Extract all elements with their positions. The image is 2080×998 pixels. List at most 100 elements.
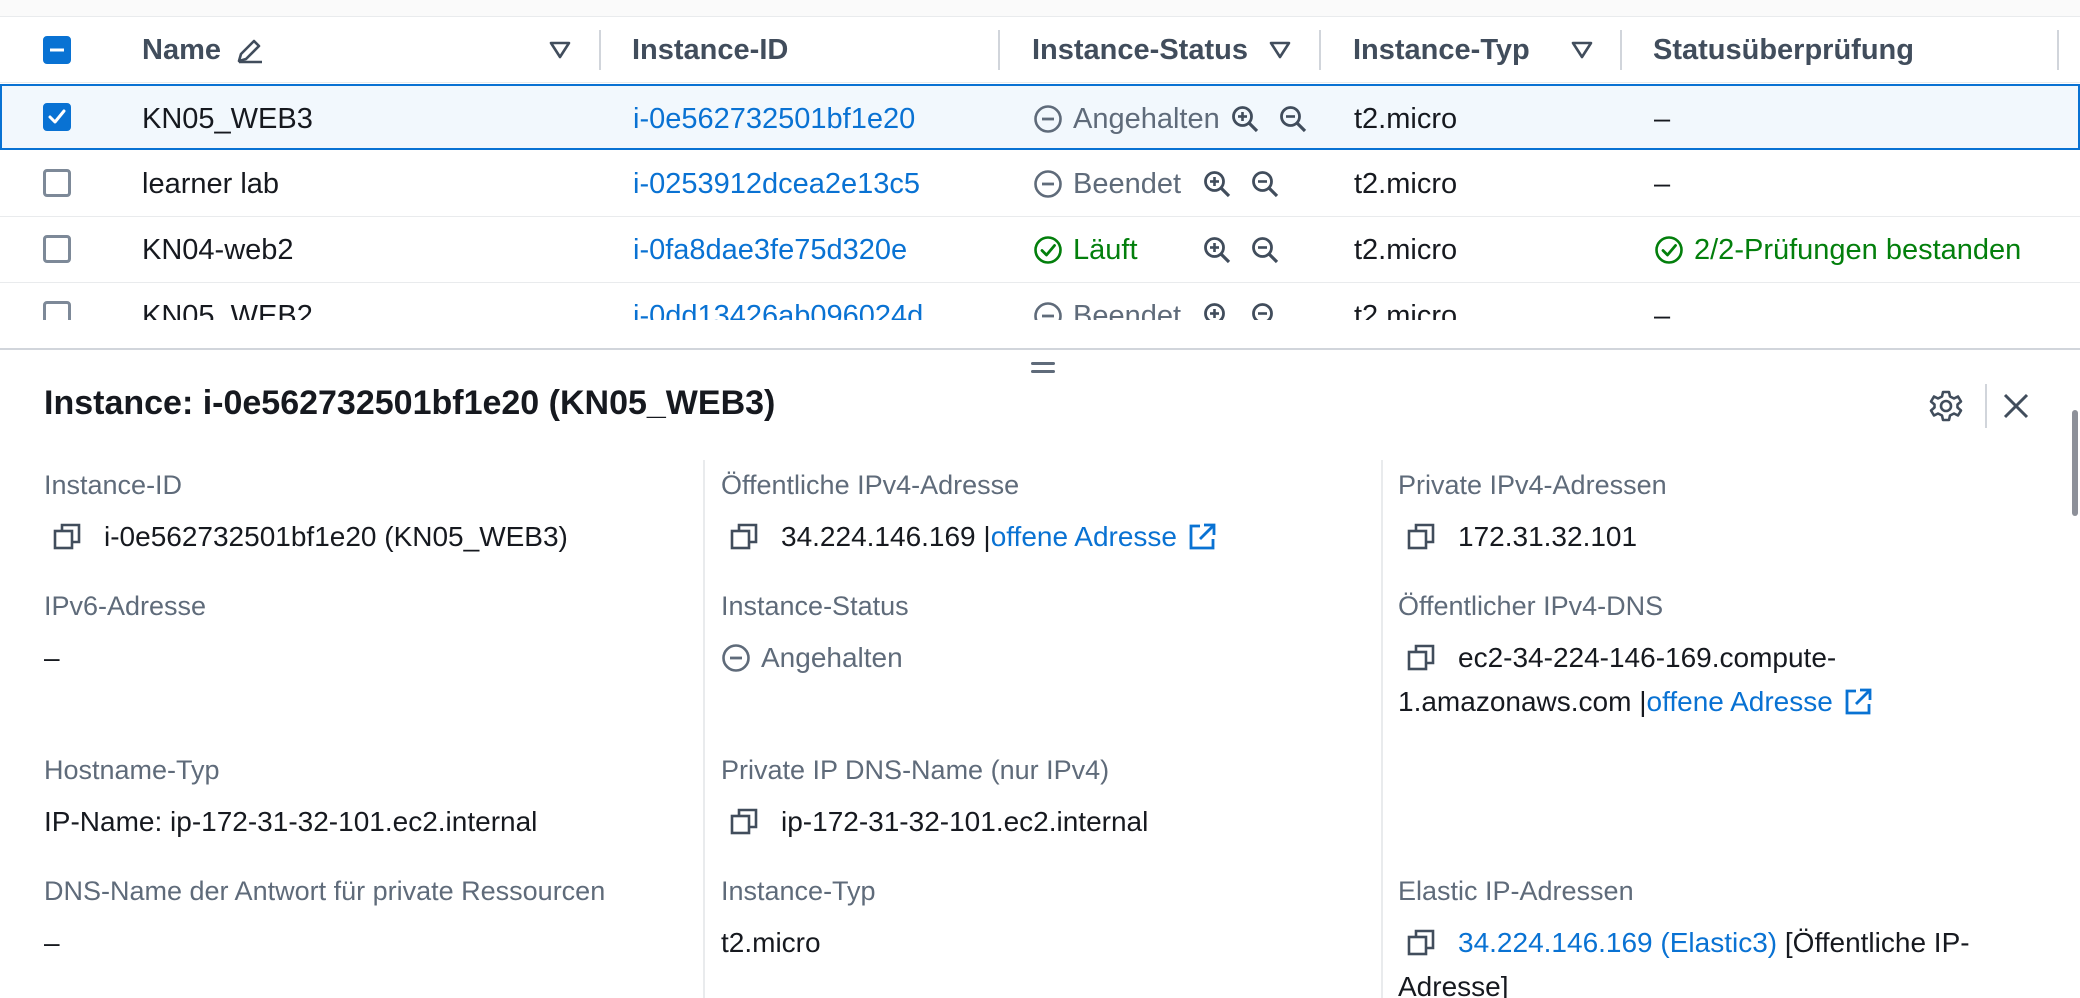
private-dns-value: ip-172-31-32-101.ec2.internal [781, 806, 1149, 837]
cell-instance-id-link[interactable]: i-0fa8dae3fe75d320e [633, 217, 907, 283]
field-label: Instance-ID [44, 470, 183, 500]
zoom-out-icon[interactable] [1250, 301, 1280, 320]
field-label: Private IPv4-Adressen [1398, 470, 1667, 500]
copy-icon[interactable] [52, 521, 84, 553]
external-link-icon[interactable] [1187, 522, 1217, 552]
field-value: i-0e562732501bf1e20 (KN05_WEB3) [44, 515, 568, 559]
field-value-continued: 1.amazonaws.com | offene Adresse [1398, 680, 1873, 724]
cell-instance-id-link[interactable]: i-0e562732501bf1e20 [633, 86, 915, 152]
zoom-out-icon[interactable] [1250, 235, 1280, 265]
gear-icon[interactable] [1928, 388, 1964, 424]
field-value: – [44, 636, 206, 680]
zoom-out-icon[interactable] [1278, 104, 1308, 134]
row-checkbox[interactable] [43, 169, 71, 197]
cell-name: learner lab [142, 167, 280, 200]
field-instance-type: Instance-Typ t2.micro [721, 876, 876, 965]
instances-table: Name Instance-ID Instance-Status Instanc… [0, 0, 2080, 320]
details-scrollbar[interactable] [2072, 410, 2078, 516]
column-header-instance-status[interactable]: Instance-Status [1032, 17, 1248, 83]
zoom-in-icon[interactable] [1230, 104, 1260, 134]
field-ipv6: IPv6-Adresse – [44, 591, 206, 680]
field-label: Hostname-Typ [44, 755, 220, 785]
field-instance-status: Instance-Status Angehalten [721, 591, 909, 680]
elastic-ip-suffix-line2: Adresse] [1398, 971, 1509, 998]
column-header-status-check[interactable]: Statusüberprüfung [1653, 17, 1914, 83]
column-header-instance-type[interactable]: Instance-Typ [1353, 17, 1530, 83]
zoom-in-icon[interactable] [1202, 235, 1232, 265]
row-checkbox[interactable] [43, 235, 71, 263]
column-resizer[interactable] [1319, 30, 1321, 70]
field-hostname-type: Hostname-Typ IP-Name: ip-172-31-32-101.e… [44, 755, 537, 844]
answer-dns-value: – [44, 927, 60, 958]
field-private-ipv4: Private IPv4-Adressen 172.31.32.101 [1398, 470, 1667, 559]
field-label: Instance-Status [721, 591, 909, 621]
field-label: IPv6-Adresse [44, 591, 207, 621]
cell-status-check: – [1654, 299, 1671, 321]
status-zoom-buttons [1202, 217, 1280, 283]
caret-down-icon[interactable] [1570, 39, 1594, 61]
column-resizer[interactable] [1620, 30, 1622, 70]
copy-icon[interactable] [1406, 927, 1438, 959]
cell-name: KN04-web2 [142, 233, 294, 266]
minus-circle-icon [1033, 169, 1063, 199]
field-value: Angehalten [721, 636, 909, 680]
copy-icon[interactable] [1406, 521, 1438, 553]
field-private-dns: Private IP DNS-Name (nur IPv4) ip-172-31… [721, 755, 1148, 844]
open-address-link[interactable]: offene Adresse [991, 515, 1177, 559]
select-all-checkbox[interactable] [43, 36, 71, 64]
cell-instance-id-link[interactable]: i-0253912dcea2e13c5 [633, 151, 920, 217]
cell-instance-status: Läuft [1033, 217, 1138, 283]
field-instance-id: Instance-ID i-0e562732501bf1e20 (KN05_WE… [44, 470, 568, 559]
caret-down-icon[interactable] [1268, 39, 1292, 61]
column-header-instance-id[interactable]: Instance-ID [632, 17, 788, 83]
cell-name: KN05_WEB2 [142, 299, 313, 321]
zoom-in-icon[interactable] [1202, 169, 1232, 199]
cell-name: KN05_WEB3 [142, 102, 313, 135]
field-label: Öffentlicher IPv4-DNS [1398, 591, 1664, 621]
external-link-icon[interactable] [1843, 687, 1873, 717]
cell-status-check: 2/2-Prüfungen bestanden [1654, 217, 2021, 283]
table-row[interactable]: KN05_WEB3 i-0e562732501bf1e20 Angehalten… [0, 84, 2080, 150]
elastic-ip-link[interactable]: 34.224.146.169 (Elastic3) [1458, 921, 1777, 965]
ipv6-value: – [44, 642, 60, 673]
split-panel-divider [0, 348, 2080, 350]
caret-down-icon[interactable] [548, 39, 572, 61]
field-value-continued: Adresse] [1398, 965, 1970, 998]
zoom-in-icon[interactable] [1202, 301, 1232, 320]
open-address-link[interactable]: offene Adresse [1647, 680, 1833, 724]
column-header-status-check-label: Statusüberprüfung [1653, 33, 1914, 66]
details-column-divider [703, 460, 705, 998]
table-row[interactable]: learner lab i-0253912dcea2e13c5 Beendet … [0, 151, 2080, 217]
column-header-name[interactable]: Name [142, 17, 265, 83]
elastic-ip-suffix: [Öffentliche IP- [1777, 927, 1970, 958]
details-column-divider [1381, 460, 1383, 998]
close-icon[interactable] [1998, 388, 2034, 424]
field-elastic-ip: Elastic IP-Adressen 34.224.146.169 (Elas… [1398, 876, 1970, 998]
column-resizer[interactable] [998, 30, 1000, 70]
row-checkbox[interactable] [43, 103, 71, 131]
hostname-type-value: IP-Name: ip-172-31-32-101.ec2.internal [44, 806, 538, 837]
pencil-icon [235, 35, 265, 65]
status-text: Angehalten [1073, 102, 1220, 135]
column-resizer[interactable] [2057, 30, 2059, 70]
copy-icon[interactable] [729, 521, 761, 553]
field-answer-dns: DNS-Name der Antwort für private Ressour… [44, 876, 605, 965]
zoom-out-icon[interactable] [1250, 169, 1280, 199]
status-zoom-buttons [1202, 151, 1280, 217]
cell-instance-id-link[interactable]: i-0dd13426ab096024d [633, 283, 923, 321]
minus-circle-icon [721, 643, 751, 673]
public-dns-value-line2: 1.amazonaws.com | [1398, 686, 1647, 717]
status-text: Beendet [1073, 167, 1182, 200]
resize-handle[interactable] [1031, 362, 1055, 376]
field-value: – [44, 921, 605, 965]
column-header-instance-type-label: Instance-Typ [1353, 33, 1530, 66]
copy-icon[interactable] [1406, 642, 1438, 674]
copy-icon[interactable] [729, 806, 761, 838]
cell-instance-status: Beendet [1033, 151, 1181, 217]
status-text: Läuft [1073, 233, 1138, 266]
column-resizer[interactable] [599, 30, 601, 70]
row-checkbox[interactable] [43, 301, 71, 320]
table-row[interactable]: KN04-web2 i-0fa8dae3fe75d320e Läuft t2.m… [0, 217, 2080, 283]
table-row[interactable]: KN05_WEB2 i-0dd13426ab096024d Beendet t2… [0, 283, 2080, 320]
status-check-text: 2/2-Prüfungen bestanden [1694, 233, 2022, 266]
